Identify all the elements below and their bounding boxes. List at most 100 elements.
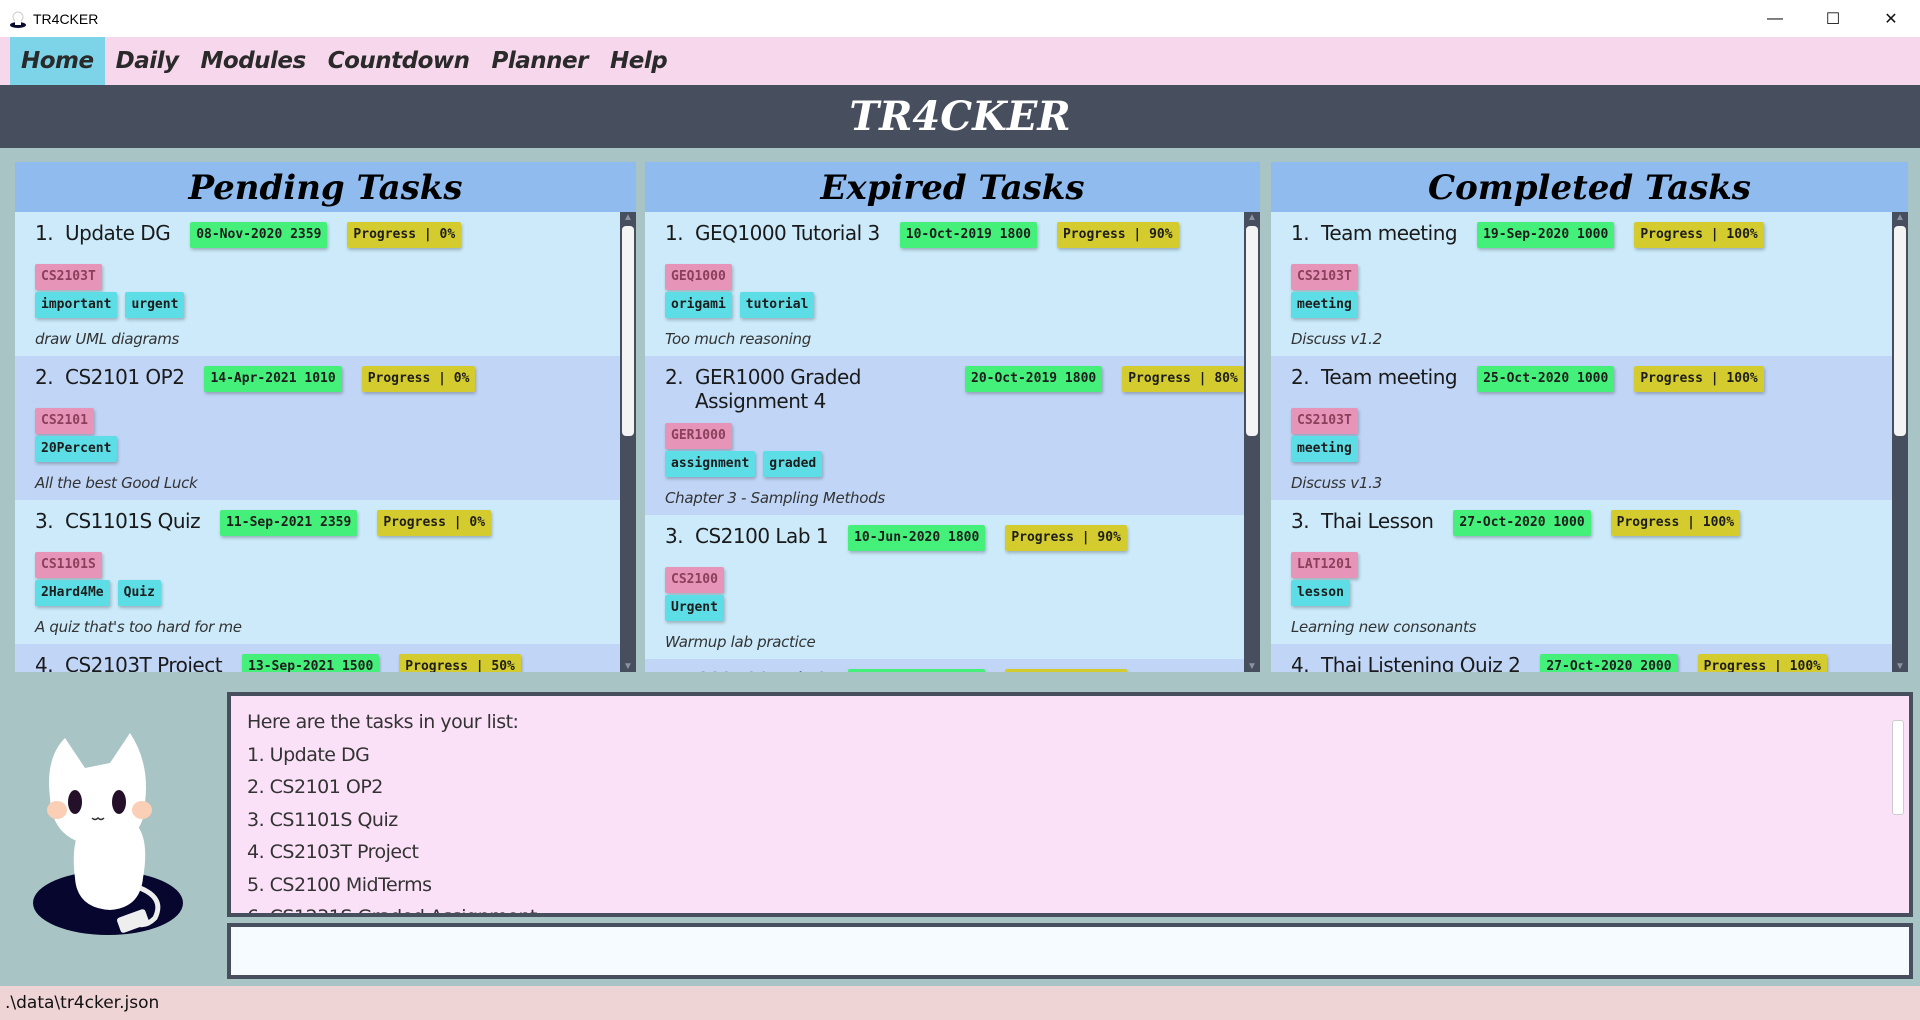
tag-chip: Urgent — [665, 595, 724, 621]
task-card[interactable]: 3. CS1101S Quiz 11-Sep-2021 2359 Progress |… — [15, 500, 620, 644]
task-header: 4. Thai Listening Quiz 2 27-Oct-2020 2000 P… — [1291, 650, 1892, 672]
task-name: Update DG — [65, 221, 171, 245]
minimize-icon[interactable]: — — [1746, 0, 1804, 37]
deadline-chip: 19-Sep-2020 1000 — [1477, 222, 1615, 248]
task-name: CS1101S Quiz — [65, 509, 201, 533]
module-chip: CS2101 — [35, 408, 94, 434]
expired-tasks-panel: Expired Tasks 1. GEQ1000 Tutorial 3 10-Oct… — [645, 162, 1260, 672]
task-index: 1. — [35, 221, 54, 245]
tag-chip: lesson — [1291, 580, 1350, 606]
result-line: 2. CS2101 OP2 — [247, 776, 383, 798]
tag-list: origami tutorial — [665, 292, 1244, 318]
command-input[interactable] — [227, 923, 1913, 979]
deadline-chip: 27-Oct-2020 1000 — [1453, 510, 1591, 536]
progress-chip: Progress | 100% — [1634, 366, 1764, 392]
result-line: 3. CS1101S Quiz — [247, 808, 398, 831]
task-card[interactable]: 1. Update DG 08-Nov-2020 2359 Progress | 0%… — [15, 212, 620, 356]
task-card[interactable]: 4. Thai Listening Quiz 2 27-Oct-2020 2000 P… — [1271, 644, 1892, 672]
tag-chip: important — [35, 292, 118, 318]
panel-title: Completed Tasks — [1271, 162, 1908, 212]
progress-chip: Progress | 80% — [1122, 366, 1244, 392]
module-chip: CS2103T — [1291, 264, 1358, 290]
menu-daily[interactable]: Daily — [105, 37, 190, 85]
maximize-icon[interactable]: ☐ — [1804, 0, 1862, 37]
task-header: 3. Thai Lesson 27-Oct-2020 1000 Progress | … — [1291, 506, 1892, 542]
task-header: 2. CS2101 OP2 14-Apr-2021 1010 Progress | 0… — [35, 362, 620, 398]
result-line: 4. CS2103T Project — [247, 841, 419, 863]
task-card[interactable]: 1. GEQ1000 Tutorial 3 10-Oct-2019 1800 Prog… — [645, 212, 1244, 356]
task-name: CS2100 Lab 1 — [695, 524, 829, 548]
menu-bar: Home Daily Modules Countdown Planner Hel… — [0, 37, 1920, 85]
task-name: Thai Lesson — [1321, 509, 1434, 533]
menu-modules[interactable]: Modules — [190, 37, 317, 85]
task-card[interactable]: 1. Team meeting 19-Sep-2020 1000 Progress |… — [1271, 212, 1892, 356]
tag-list: meeting — [1291, 436, 1892, 462]
scrollbar[interactable]: ▲ ▼ — [1892, 212, 1908, 672]
task-description: draw UML diagrams — [35, 330, 180, 348]
task-description: Learning new consonants — [1291, 618, 1477, 636]
task-list: 1. Update DG 08-Nov-2020 2359 Progress | 0%… — [15, 212, 620, 672]
task-index: 2. — [665, 365, 684, 389]
progress-chip: Progress | 50% — [399, 654, 521, 672]
task-index: 4. — [1291, 653, 1310, 672]
title-bar: TR4CKER — ☐ ✕ — [0, 0, 1920, 37]
task-name: CS2103T Project — [65, 653, 223, 672]
scrollbar[interactable]: ▲ ▼ — [620, 212, 636, 672]
tag-chip: urgent — [125, 292, 185, 318]
task-description: Too much reasoning — [665, 330, 811, 348]
task-description: Warmup lab practice — [665, 633, 816, 651]
result-display: Here are the tasks in your list: 1. Upda… — [227, 692, 1913, 917]
tag-chip: meeting — [1291, 292, 1358, 318]
tag-chip: origami — [665, 292, 732, 318]
task-name: Team meeting — [1321, 365, 1458, 389]
scrollbar[interactable]: ▲ ▼ — [1244, 212, 1260, 672]
app-header: TR4CKER — [0, 85, 1920, 148]
module-chip: CS2103T — [1291, 408, 1358, 434]
tag-chip: meeting — [1291, 436, 1358, 462]
cat-mascot-image — [33, 733, 183, 935]
window-title: TR4CKER — [33, 10, 99, 27]
tag-list: 20Percent — [35, 436, 620, 462]
task-card[interactable]: 2. CS2101 OP2 14-Apr-2021 1010 Progress | 0… — [15, 356, 620, 500]
panel-title: Expired Tasks — [645, 162, 1260, 212]
menu-help[interactable]: Help — [599, 37, 678, 85]
task-name: CS2101 OP2 — [65, 365, 185, 389]
task-header: 2. Team meeting 25-Oct-2020 1000 Progress |… — [1291, 362, 1892, 398]
module-chip: CS1101S — [35, 552, 102, 578]
task-card[interactable]: 2. Team meeting 25-Oct-2020 1000 Progress |… — [1271, 356, 1892, 500]
task-card[interactable]: 4. CS2103T Project 13-Sep-2021 1500 Progres… — [15, 644, 620, 672]
task-header: 1. GEQ1000 Tutorial 3 10-Oct-2019 1800 Prog… — [665, 218, 1244, 254]
menu-countdown[interactable]: Countdown — [317, 37, 481, 85]
task-index: 3. — [665, 524, 684, 548]
task-header: 4. CS2103T Project 13-Sep-2021 1500 Progres… — [35, 650, 620, 672]
deadline-chip: 20-Oct-2019 1800 — [965, 366, 1103, 392]
progress-chip: Progress | 90% — [1005, 669, 1127, 672]
tag-list: meeting — [1291, 292, 1892, 318]
result-line: 5. CS2100 MidTerms — [247, 873, 432, 896]
tag-list: important urgent — [35, 292, 620, 318]
deadline-chip: 14-Apr-2021 1010 — [204, 366, 342, 392]
progress-chip: Progress | 100% — [1610, 510, 1741, 536]
task-card[interactable]: 4.CS2100 Lab 2 10-Aug-2020 1800 Progress |… — [645, 659, 1244, 672]
module-chip: CS2103T — [35, 264, 102, 290]
completed-tasks-panel: Completed Tasks 1. Team meeting 19-Sep-202… — [1271, 162, 1908, 672]
result-line: 1. Update DG — [247, 743, 370, 766]
menu-planner[interactable]: Planner — [481, 37, 599, 85]
task-header: 1. Team meeting 19-Sep-2020 1000 Progress |… — [1291, 218, 1892, 254]
tag-chip: graded — [763, 451, 823, 477]
task-card[interactable]: 3. Thai Lesson 27-Oct-2020 1000 Progress | … — [1271, 500, 1892, 644]
tag-list: 2Hard4Me Quiz — [35, 580, 620, 606]
task-description: Discuss v1.2 — [1291, 330, 1382, 348]
task-name: Team meeting — [1321, 221, 1458, 245]
menu-home[interactable]: Home — [10, 37, 105, 85]
close-icon[interactable]: ✕ — [1862, 0, 1920, 37]
task-header: 1. Update DG 08-Nov-2020 2359 Progress | 0% — [35, 218, 620, 254]
panel-title: Pending Tasks — [15, 162, 636, 212]
task-description: Discuss v1.3 — [1291, 474, 1382, 492]
task-card[interactable]: 3. CS2100 Lab 1 10-Jun-2020 1800 Progress |… — [645, 515, 1244, 659]
result-scrollbar[interactable] — [1889, 698, 1907, 911]
progress-chip: Progress | 0% — [361, 366, 476, 392]
deadline-chip: 08-Nov-2020 2359 — [190, 222, 328, 248]
task-card[interactable]: 2. GER1000 Graded Assignment 4 20-Oct-2019… — [645, 356, 1244, 515]
task-description: A quiz that's too hard for me — [35, 618, 242, 636]
